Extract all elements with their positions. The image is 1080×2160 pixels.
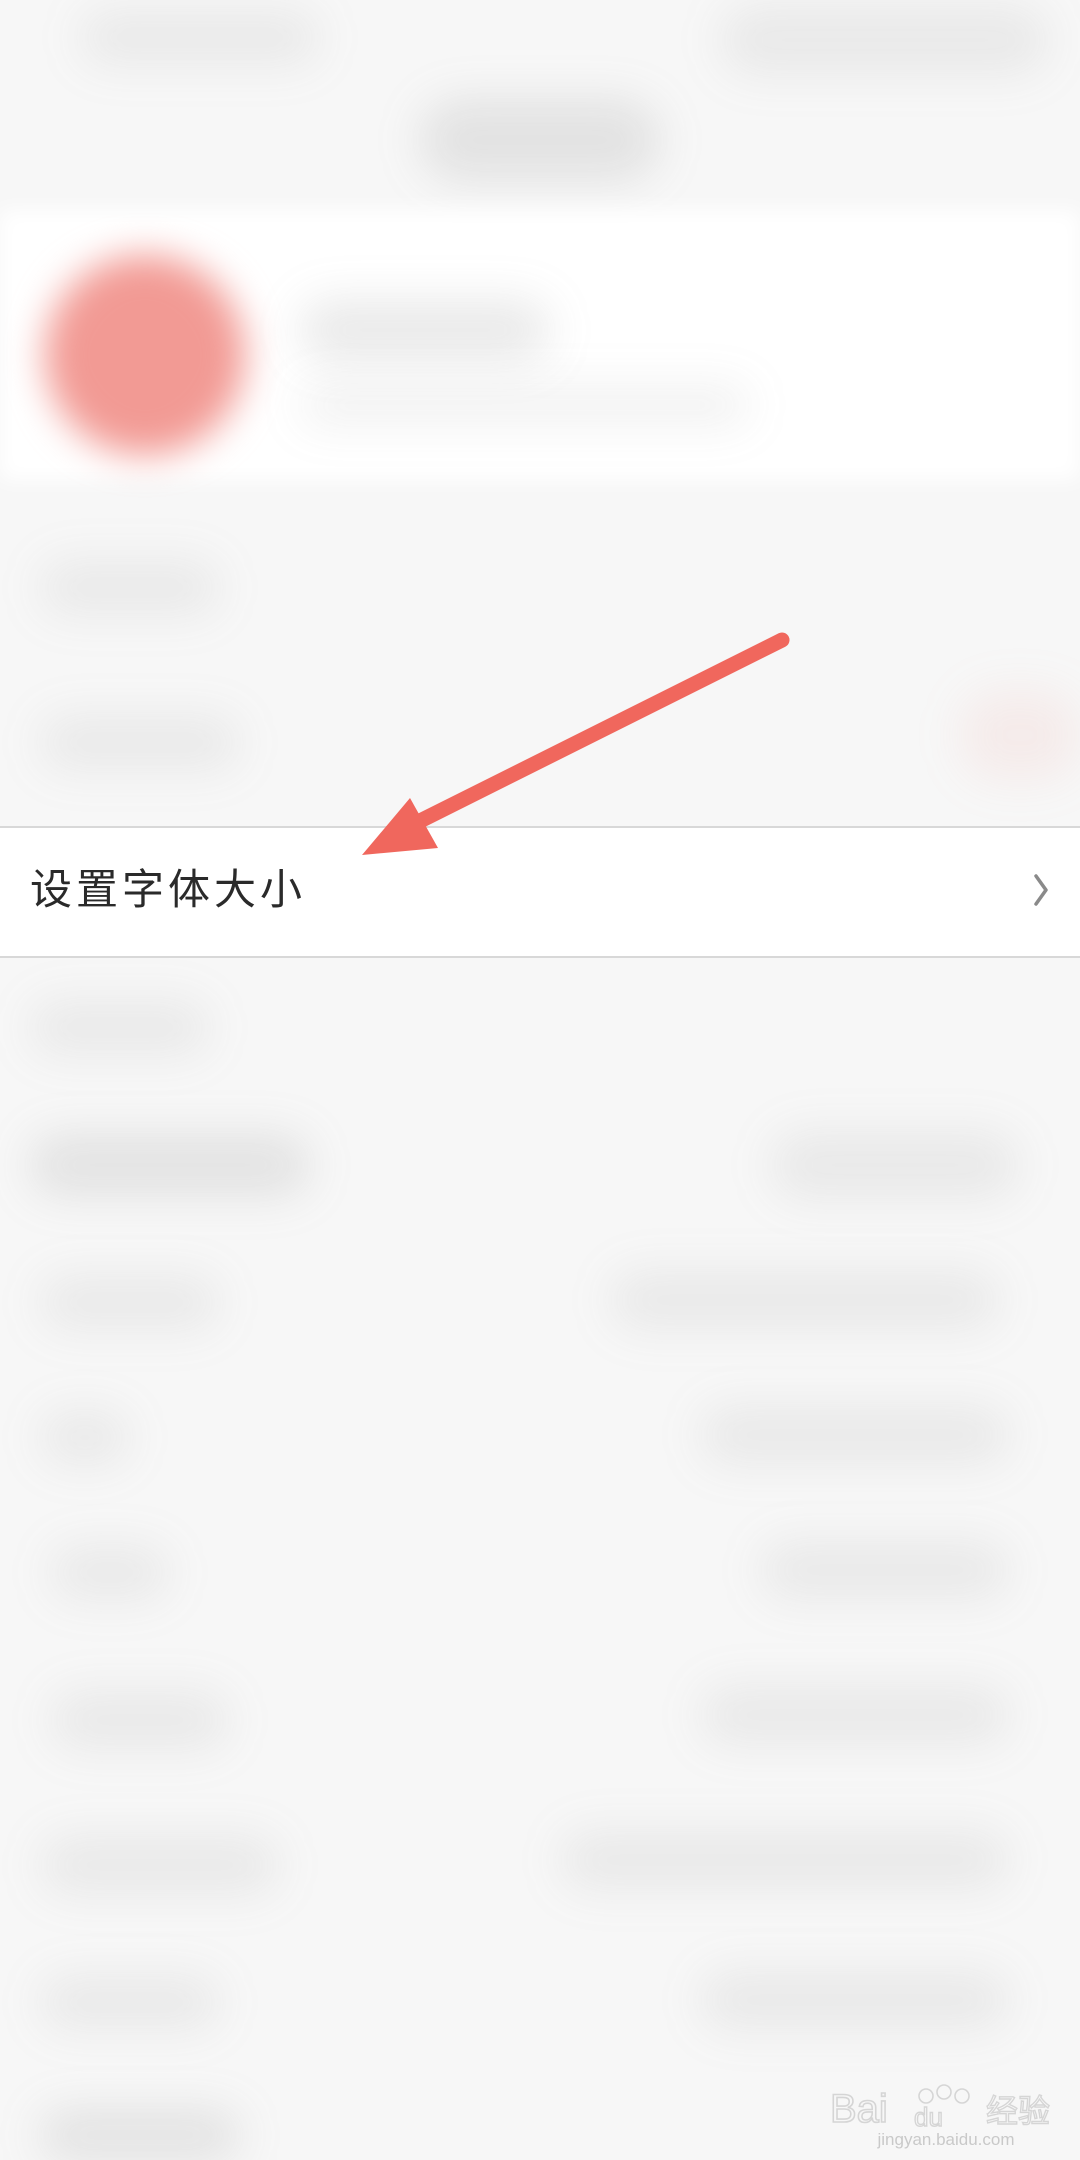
chevron-right-icon (1034, 874, 1048, 906)
svg-text:经验: 经验 (986, 2092, 1050, 2130)
avatar (45, 255, 245, 455)
row-label: 设置字体大小 (30, 865, 307, 914)
watermark-url: jingyan.baidu.com (877, 2130, 1015, 2149)
font-size-settings-row[interactable]: 设置字体大小 (0, 826, 1080, 958)
svg-text:du: du (914, 2102, 943, 2132)
svg-text:Bai: Bai (830, 2087, 888, 2131)
